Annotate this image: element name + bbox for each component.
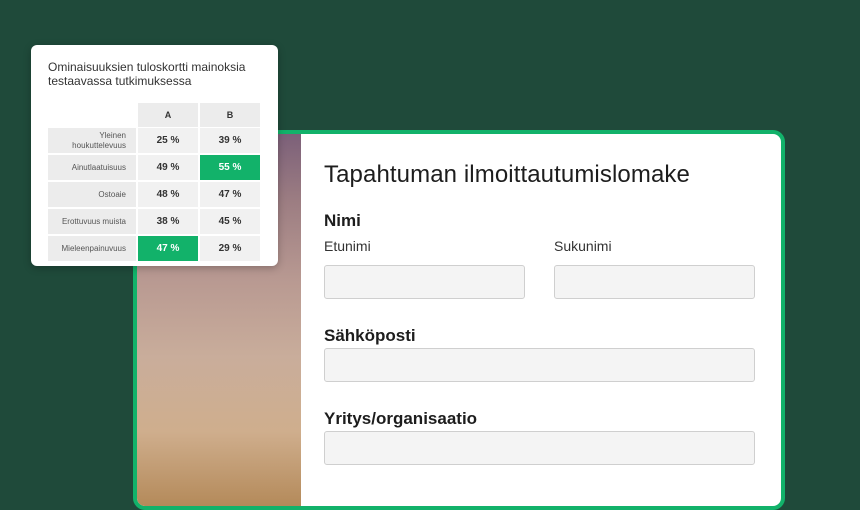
- score-cell-a: 49 %: [138, 155, 198, 180]
- row-label: Mieleenpainuvuus: [48, 236, 136, 261]
- company-field[interactable]: [324, 431, 755, 465]
- row-label: Yleinen houkuttelevuus: [48, 128, 136, 153]
- column-header-b: B: [200, 103, 260, 127]
- form-title: Tapahtuman ilmoittautumislomake: [324, 161, 690, 188]
- score-cell-b: 29 %: [200, 236, 260, 261]
- name-section-label: Nimi: [324, 211, 361, 230]
- scorecard-title: Ominaisuuksien tuloskortti mainoksia tes…: [48, 60, 246, 88]
- company-label: Yritys/organisaatio: [324, 409, 478, 428]
- last-name-field[interactable]: [554, 265, 755, 299]
- first-name-field[interactable]: [324, 265, 525, 299]
- row-label: Ainutlaatuisuus: [48, 155, 136, 180]
- last-name-label: Sukunimi: [554, 238, 612, 254]
- score-cell-a: 47 %: [138, 236, 198, 261]
- score-cell-b: 45 %: [200, 209, 260, 234]
- first-name-label: Etunimi: [324, 238, 371, 254]
- score-cell-b: 55 %: [200, 155, 260, 180]
- scorecard-card: Ominaisuuksien tuloskortti mainoksia tes…: [31, 45, 278, 266]
- score-cell-b: 39 %: [200, 128, 260, 153]
- column-header-a: A: [138, 103, 198, 127]
- score-cell-b: 47 %: [200, 182, 260, 207]
- email-label: Sähköposti: [324, 326, 416, 345]
- email-field[interactable]: [324, 348, 755, 382]
- score-cell-a: 25 %: [138, 128, 198, 153]
- score-cell-a: 38 %: [138, 209, 198, 234]
- score-cell-a: 48 %: [138, 182, 198, 207]
- row-label: Ostoaie: [48, 182, 136, 207]
- row-label: Erottuvuus muista: [48, 209, 136, 234]
